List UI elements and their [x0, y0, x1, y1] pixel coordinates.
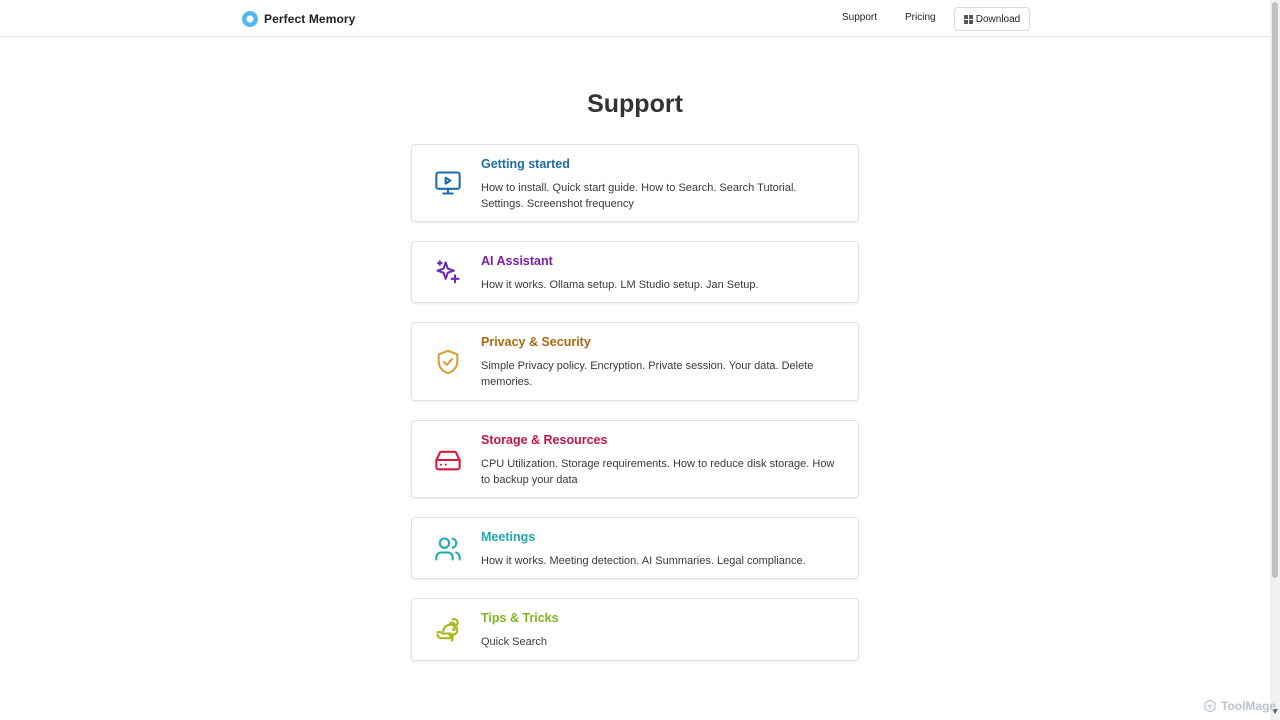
download-button[interactable]: Download: [954, 7, 1030, 31]
sparkles-icon: [434, 259, 462, 287]
support-card-ai-assistant[interactable]: AI Assistant How it works. Ollama setup.…: [411, 241, 859, 303]
card-description: CPU Utilization. Storage requirements. H…: [481, 458, 835, 486]
card-title: Storage & Resources: [481, 433, 608, 447]
shield-check-icon: [434, 348, 462, 376]
perfect-memory-logo-icon: [242, 10, 258, 27]
nav-pricing-link[interactable]: Pricing: [905, 12, 936, 23]
hard-drive-icon: [434, 446, 462, 474]
support-card-tips-tricks[interactable]: Tips & Tricks Quick Search: [411, 598, 859, 661]
watermark: ToolMage: [1203, 699, 1276, 713]
windows-icon: [963, 14, 973, 24]
top-navbar: Perfect Memory Support Pricing Download: [0, 0, 1270, 37]
card-description: How it works. Ollama setup. LM Studio se…: [481, 279, 759, 291]
support-card-storage-resources[interactable]: Storage & Resources CPU Utilization. Sto…: [411, 420, 859, 498]
card-title: Privacy & Security: [481, 335, 591, 349]
nav-support-link[interactable]: Support: [842, 12, 877, 23]
card-description: How to install. Quick start guide. How t…: [481, 182, 797, 210]
watermark-logo-icon: [1204, 699, 1216, 713]
card-description: Simple Privacy policy. Encryption. Priva…: [481, 360, 814, 388]
support-card-getting-started[interactable]: Getting started How to install. Quick st…: [411, 144, 859, 222]
brand-name: Perfect Memory: [264, 11, 356, 26]
support-card-privacy-security[interactable]: Privacy & Security Simple Privacy policy…: [411, 322, 859, 401]
card-title: Meetings: [481, 530, 536, 544]
card-title: AI Assistant: [481, 254, 553, 268]
rabbit-icon: [434, 616, 462, 644]
users-icon: [434, 535, 462, 563]
watermark-text: ToolMage: [1221, 699, 1277, 713]
support-card-meetings[interactable]: Meetings How it works. Meeting detection…: [411, 517, 859, 579]
download-button-label: Download: [975, 13, 1021, 25]
page-title: Support: [587, 90, 683, 118]
card-title: Tips & Tricks: [481, 611, 559, 625]
brand-link[interactable]: Perfect Memory: [242, 10, 355, 27]
scrollbar-thumb[interactable]: [1272, 2, 1278, 578]
card-description: Quick Search: [481, 636, 548, 648]
monitor-play-icon: [434, 169, 462, 197]
card-title: Getting started: [481, 157, 570, 171]
card-description: How it works. Meeting detection. AI Summ…: [481, 555, 806, 567]
